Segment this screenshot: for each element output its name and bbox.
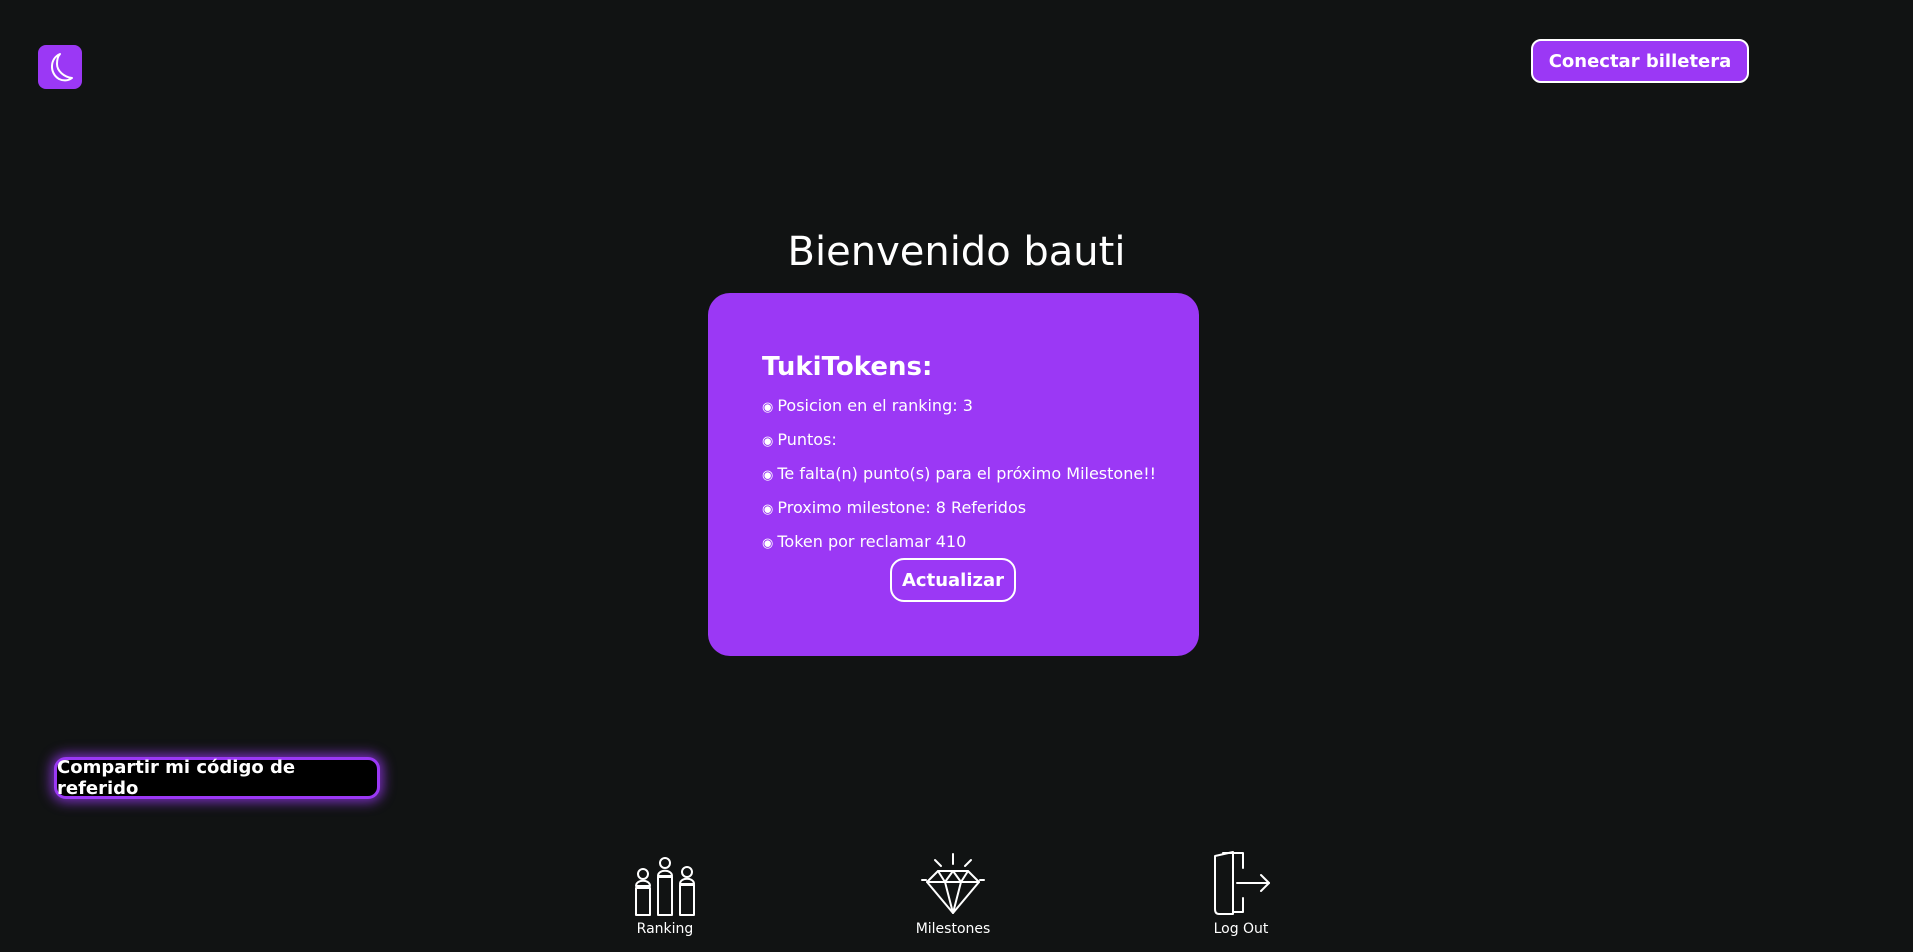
nav-label: Ranking: [636, 921, 694, 937]
podium-icon: [635, 857, 695, 916]
update-button[interactable]: Actualizar: [890, 558, 1016, 602]
bullet-icon: ◉: [762, 536, 774, 551]
list-item-text: Te falta(n) punto(s) para el próximo Mil…: [777, 464, 1157, 483]
points-item: ◉ Puntos:: [762, 424, 1199, 458]
bullet-icon: ◉: [762, 434, 774, 449]
points-missing-item: ◉ Te falta(n) punto(s) para el próximo Mi…: [762, 458, 1199, 492]
list-item-text: Posicion en el ranking: 3: [777, 396, 973, 415]
next-milestone-item: ◉ Proximo milestone: 8 Referidos: [762, 492, 1199, 526]
ranking-position-item: ◉ Posicion en el ranking: 3: [762, 390, 1199, 424]
nav-milestones[interactable]: Milestones: [893, 848, 1013, 938]
card-title: TukiTokens:: [762, 352, 933, 382]
list-item-text: Proximo milestone: 8 Referidos: [777, 498, 1027, 517]
share-referral-code-button[interactable]: Compartir mi código de referido: [54, 757, 380, 799]
tukitokens-card: TukiTokens: ◉ Posicion en el ranking: 3 ◉…: [708, 293, 1199, 656]
diamond-icon: [921, 853, 985, 914]
bullet-icon: ◉: [762, 468, 774, 483]
nav-label: Log Out: [1213, 921, 1269, 937]
bullet-icon: ◉: [762, 400, 774, 415]
app-page: Conectar billetera Bienvenido bauti Tuki…: [0, 0, 1913, 952]
logout-door-icon: [1214, 851, 1270, 915]
stats-list: ◉ Posicion en el ranking: 3 ◉ Puntos: ◉ Te …: [762, 390, 1199, 560]
app-logo[interactable]: [38, 45, 82, 89]
nav-label: Milestones: [915, 921, 991, 937]
tokens-to-claim-item: ◉ Token por reclamar 410: [762, 526, 1199, 560]
nav-ranking[interactable]: Ranking: [605, 848, 725, 938]
bullet-icon: ◉: [762, 502, 774, 517]
list-item-text: Puntos:: [777, 430, 837, 449]
moon-icon: [51, 53, 73, 82]
welcome-title: Bienvenido bauti: [787, 229, 1126, 275]
list-item-text: Token por reclamar 410: [777, 532, 967, 551]
nav-logout[interactable]: Log Out: [1181, 848, 1301, 938]
connect-wallet-button[interactable]: Conectar billetera: [1531, 39, 1749, 83]
